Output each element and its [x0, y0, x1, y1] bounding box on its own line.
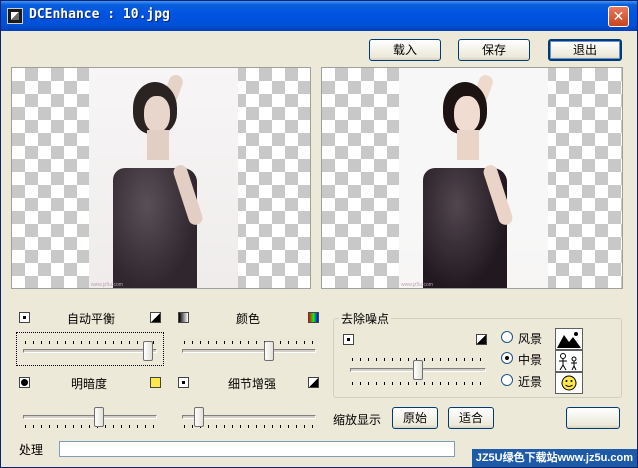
denoise-group-title: 去除噪点: [339, 310, 392, 327]
grayscale-icon: [178, 312, 189, 323]
slider-thumb[interactable]: [94, 407, 104, 427]
dark-dot-icon: [19, 377, 30, 388]
watermark-banner: JZ5U绿色下载站www.jz5u.com: [471, 449, 637, 467]
load-button[interactable]: 载入: [369, 39, 441, 61]
radio-medium-label: 中景: [518, 353, 543, 367]
enhanced-photo: www.jz5u.com: [399, 68, 548, 288]
enhanced-image-pane[interactable]: www.jz5u.com: [321, 67, 623, 289]
detail-high-icon: [308, 377, 319, 388]
fullscreen-button[interactable]: [566, 407, 620, 429]
window-title: DCEnhance : 10.jpg: [29, 7, 170, 22]
people-scene-icon[interactable]: [555, 350, 583, 372]
app-icon: [7, 8, 23, 24]
brightness-slider[interactable]: [23, 405, 157, 429]
close-button[interactable]: ✕: [608, 6, 629, 27]
original-photo: www.jz5u.com: [89, 68, 238, 288]
radio-landscape-label: 风景: [518, 332, 543, 346]
radio-closeup[interactable]: [501, 374, 513, 386]
smiley-face-icon[interactable]: [555, 372, 583, 394]
slider-thumb[interactable]: [413, 360, 423, 380]
zoom-label: 缩放显示: [333, 413, 382, 427]
title-bar[interactable]: DCEnhance : 10.jpg ✕: [1, 1, 637, 31]
color-slider[interactable]: [182, 339, 316, 363]
photo-watermark: www.jz5u.com: [401, 282, 433, 288]
zoom-fit-button[interactable]: 适合: [448, 407, 494, 429]
auto-balance-slider[interactable]: [23, 339, 157, 363]
status-label: 处理: [19, 443, 44, 457]
color-label: 颜色: [236, 312, 261, 326]
save-button[interactable]: 保存: [458, 39, 530, 61]
mountain-scene-icon[interactable]: [555, 328, 583, 350]
auto-balance-icon: [19, 312, 30, 323]
auto-balance-label: 自动平衡: [67, 312, 116, 326]
slider-thumb[interactable]: [143, 341, 153, 361]
sun-icon: [150, 377, 161, 388]
color-spectrum-icon: [308, 312, 319, 323]
radio-landscape[interactable]: [501, 331, 513, 343]
radio-medium[interactable]: [501, 352, 513, 364]
brightness-label: 明暗度: [71, 377, 108, 391]
slider-thumb[interactable]: [194, 407, 204, 427]
detail-label: 细节增强: [228, 377, 277, 391]
denoise-high-icon: [476, 334, 487, 345]
slider-thumb[interactable]: [264, 341, 274, 361]
denoise-low-icon: [343, 334, 354, 345]
app-window: DCEnhance : 10.jpg ✕ 载入 保存 退出 www.jz5u.c…: [0, 0, 638, 468]
progress-bar: [59, 441, 455, 457]
original-image-pane[interactable]: www.jz5u.com: [11, 67, 311, 289]
detail-low-icon: [178, 377, 189, 388]
contrast-icon: [150, 312, 161, 323]
denoise-slider[interactable]: [350, 358, 486, 385]
radio-closeup-label: 近景: [518, 375, 543, 389]
zoom-original-button[interactable]: 原始: [392, 407, 438, 429]
exit-button[interactable]: 退出: [548, 39, 622, 61]
photo-watermark: www.jz5u.com: [91, 282, 123, 288]
detail-slider[interactable]: [182, 405, 316, 429]
